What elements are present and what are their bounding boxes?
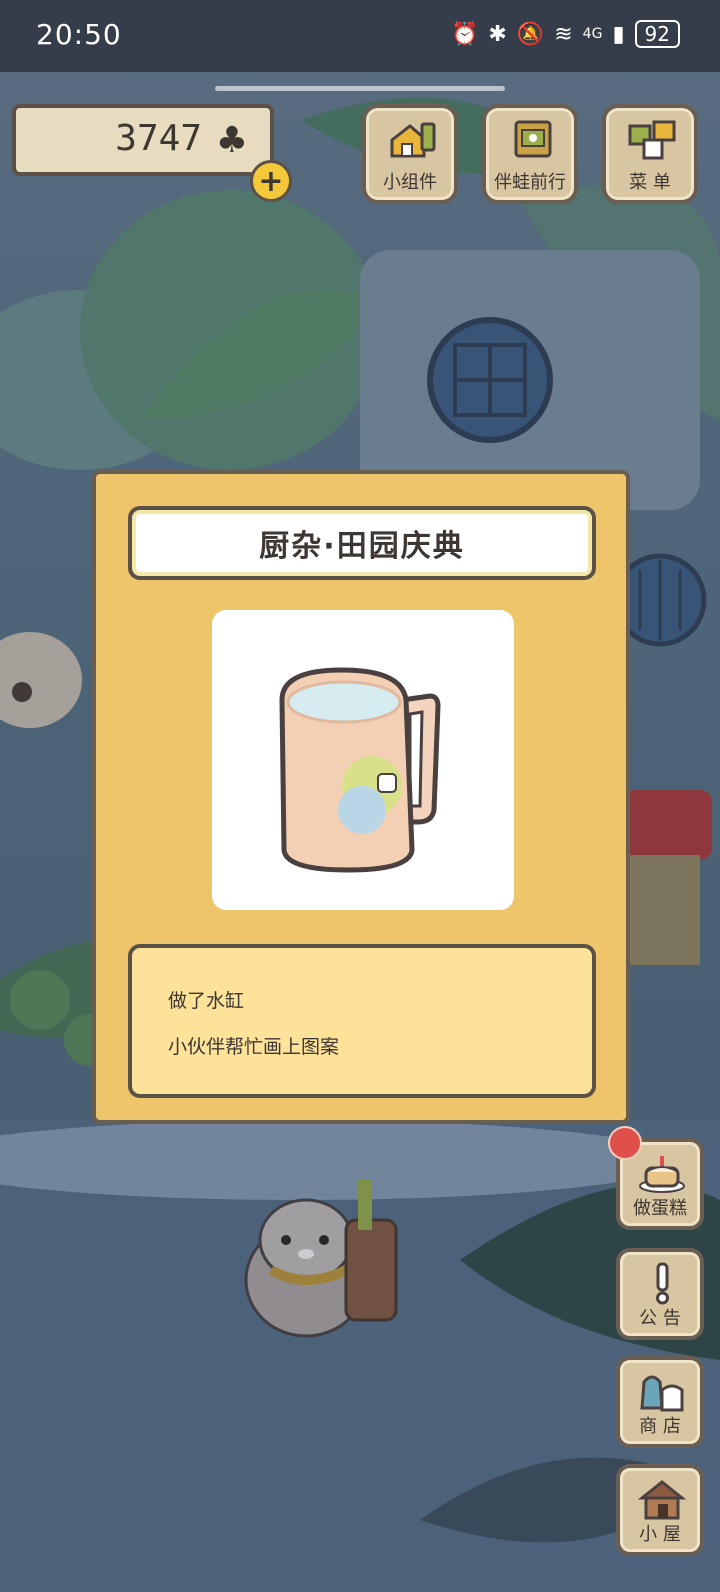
clover-icon: ♣	[215, 120, 248, 161]
hut-button[interactable]: 小 屋	[616, 1464, 704, 1556]
network-label: 4G	[582, 26, 603, 42]
announcement-button[interactable]: 公 告	[616, 1248, 704, 1340]
widget-icon	[390, 122, 436, 158]
description-line: 小伙伴帮忙画上图案	[168, 1036, 340, 1058]
drag-handle[interactable]	[215, 86, 505, 91]
item-detail-dialog[interactable]: 厨杂·田园庆典 做了水缸 小伙伴帮忙画上图案	[92, 470, 630, 1124]
shop-bag-icon	[640, 1375, 684, 1412]
widget-button[interactable]: 小组件	[362, 104, 458, 204]
menu-icon	[628, 120, 676, 160]
menu-label: 菜 单	[629, 172, 671, 193]
cake-icon	[639, 1156, 685, 1193]
dialog-title-box: 厨杂·田园庆典	[128, 506, 596, 580]
currency-value: 3747	[115, 118, 202, 159]
widget-label: 小组件	[383, 172, 437, 193]
menu-button[interactable]: 菜 单	[602, 104, 698, 204]
journey-label: 伴蛙前行	[494, 172, 566, 193]
make-cake-label: 做蛋糕	[633, 1198, 687, 1219]
clover-currency: 3747 ♣	[12, 104, 274, 176]
painted-mug-icon	[279, 667, 441, 873]
bluetooth-icon: ✱	[488, 21, 507, 47]
notification-badge	[608, 1126, 642, 1160]
wifi-icon: ≋	[554, 21, 573, 47]
house-icon	[638, 1480, 686, 1520]
shop-label: 商 店	[639, 1416, 681, 1437]
journey-button[interactable]: 伴蛙前行	[482, 104, 578, 204]
description-line: 做了水缸	[168, 990, 245, 1012]
status-bar: 20:50 ⏰ ✱ 🔕 ≋ 4G ▮ 92	[0, 0, 720, 72]
description-box: 做了水缸 小伙伴帮忙画上图案	[128, 944, 596, 1098]
item-image-frame	[212, 610, 514, 910]
status-icons: ⏰ ✱ 🔕 ≋ 4G ▮ 92	[451, 20, 680, 48]
signal-icon: ▮	[612, 21, 625, 47]
shop-button[interactable]: 商 店	[616, 1356, 704, 1448]
announcement-label: 公 告	[639, 1308, 681, 1329]
hut-label: 小 屋	[639, 1524, 681, 1545]
hamster-character	[244, 1180, 398, 1338]
dialog-title: 厨杂·田园庆典	[259, 529, 465, 564]
mute-icon: 🔕	[516, 21, 545, 47]
status-time: 20:50	[36, 18, 122, 51]
alarm-icon: ⏰	[450, 21, 479, 47]
journey-icon	[514, 120, 552, 158]
battery-indicator: 92	[634, 20, 680, 48]
add-currency-button[interactable]: +	[250, 160, 292, 202]
exclamation-icon	[656, 1262, 669, 1305]
